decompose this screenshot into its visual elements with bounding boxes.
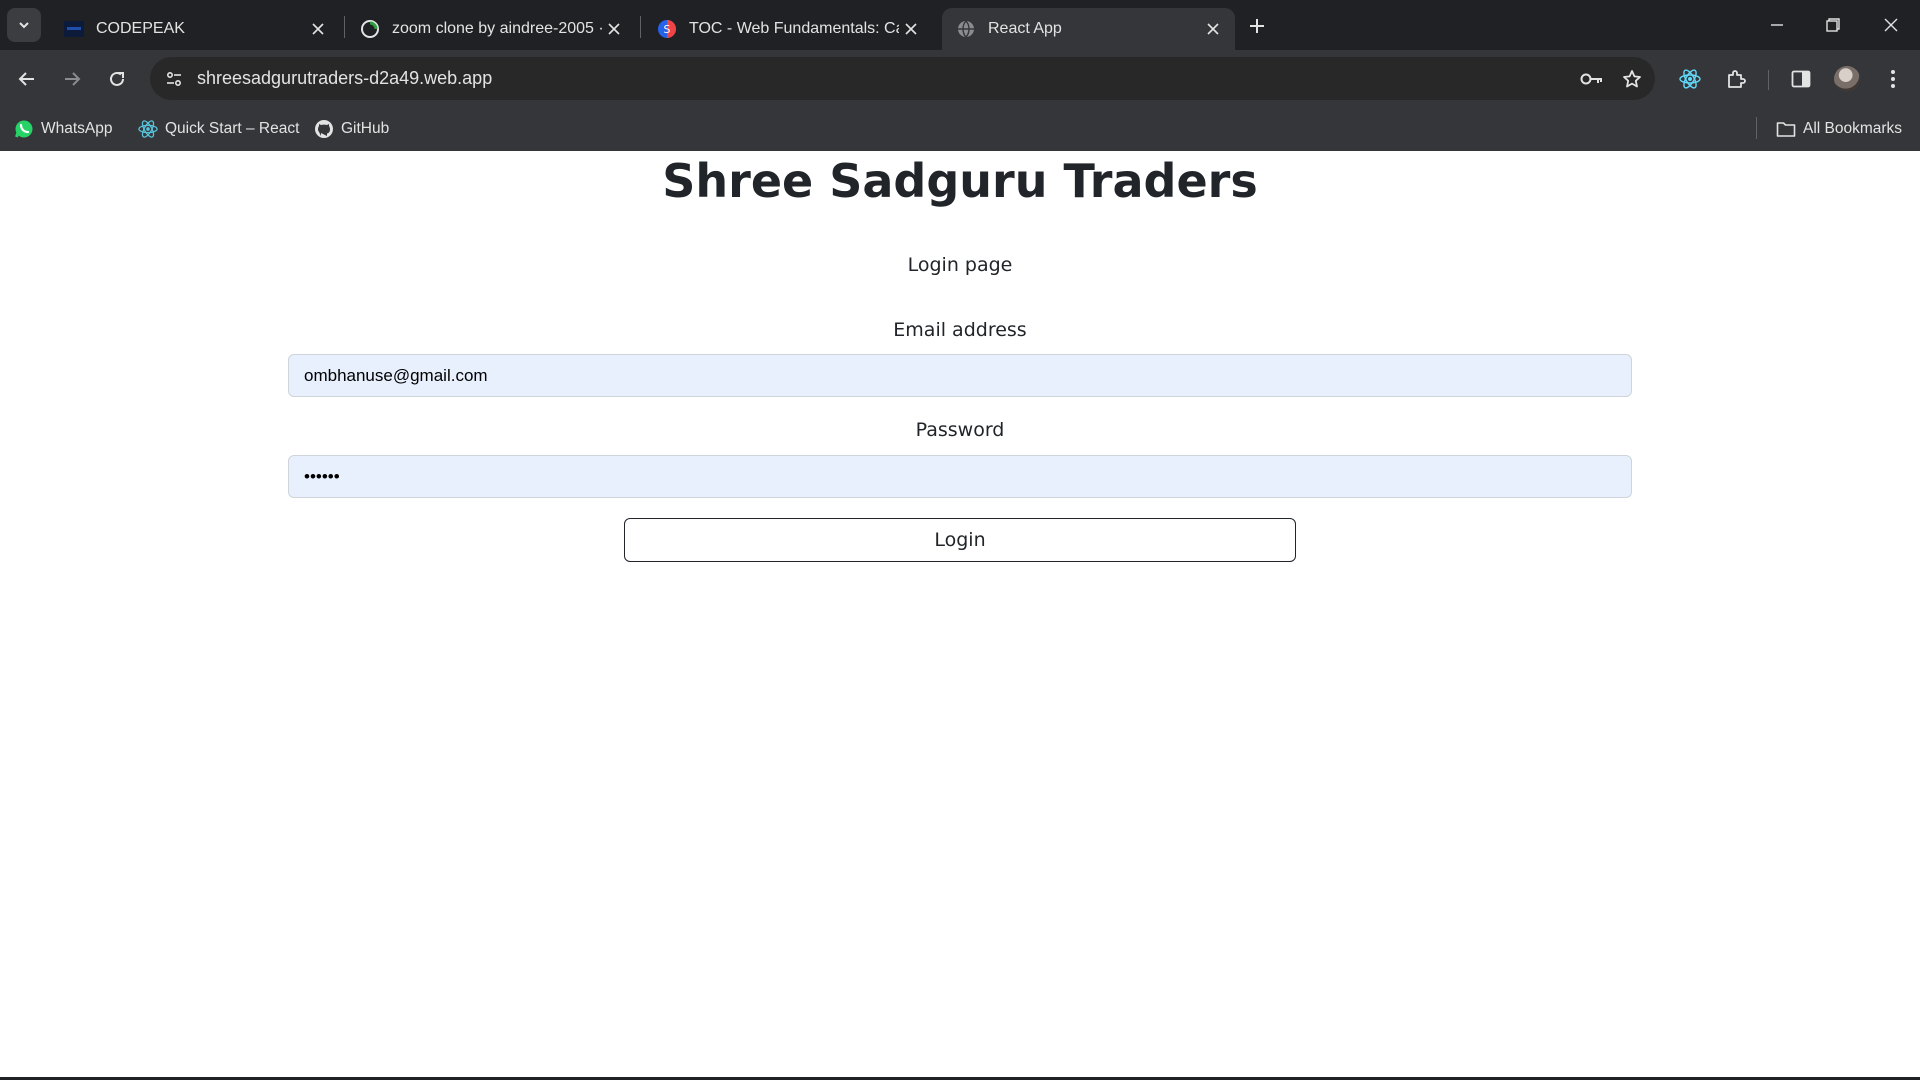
plus-icon <box>1250 19 1264 33</box>
tab-title: React App <box>988 20 1062 37</box>
tab-title: CODEPEAK <box>96 20 185 37</box>
tab-zoom-clone[interactable]: zoom clone by aindree-2005 · P <box>346 8 636 50</box>
password-field[interactable]: •••••• <box>288 455 1632 498</box>
new-tab-button[interactable] <box>1243 12 1271 40</box>
profile-avatar[interactable] <box>1834 66 1860 92</box>
url-text[interactable]: shreesadgurutraders-d2a49.web.app <box>197 68 1575 89</box>
bookmark-quick-start-react[interactable]: Quick Start – React <box>138 118 299 140</box>
close-icon[interactable] <box>1201 17 1225 41</box>
restore-button[interactable] <box>1804 0 1862 50</box>
minimize-icon <box>1771 24 1783 26</box>
browser-toolbar: shreesadgurutraders-d2a49.web.app <box>0 50 1920 108</box>
email-label: Email address <box>893 319 1027 341</box>
forward-button[interactable] <box>55 62 89 96</box>
more-vert-icon <box>1891 70 1895 88</box>
bookmark-github[interactable]: GitHub <box>314 118 389 140</box>
close-icon[interactable] <box>899 17 923 41</box>
close-icon[interactable] <box>602 17 626 41</box>
password-label: Password <box>915 419 1005 441</box>
bookmark-label: WhatsApp <box>41 120 113 137</box>
side-panel-icon <box>1791 70 1811 88</box>
github-icon <box>314 119 334 139</box>
tab-title: zoom clone by aindree-2005 · P <box>392 20 602 37</box>
tab-strip: CODEPEAK zoom clone by aindree-2005 · P … <box>0 0 1920 50</box>
side-panel-button[interactable] <box>1784 62 1818 96</box>
react-devtools-extension-button[interactable] <box>1673 62 1707 96</box>
all-bookmarks-label: All Bookmarks <box>1803 120 1903 137</box>
email-field[interactable]: ombhanuse@gmail.com <box>288 354 1632 397</box>
close-icon <box>1884 18 1898 32</box>
globe-icon <box>956 19 976 39</box>
menu-button[interactable] <box>1876 62 1910 96</box>
tab-codepeak[interactable]: CODEPEAK <box>50 8 340 50</box>
login-button[interactable]: Login <box>624 518 1296 562</box>
whatsapp-icon <box>14 119 34 139</box>
github-favicon-icon <box>360 19 380 39</box>
bookmarks-bar: WhatsApp Quick Start – React GitHub All … <box>0 108 1920 151</box>
page-title: Shree Sadguru Traders <box>662 154 1258 208</box>
extensions-button[interactable] <box>1719 62 1753 96</box>
page-content: Shree Sadguru Traders Login page Email a… <box>0 151 1920 1080</box>
tab-react-app[interactable]: React App <box>942 8 1235 50</box>
tab-title: TOC - Web Fundamentals: Casc <box>689 20 899 37</box>
bookmarks-divider <box>1756 117 1757 139</box>
bookmark-label: Quick Start – React <box>165 120 300 137</box>
address-bar[interactable]: shreesadgurutraders-d2a49.web.app <box>150 57 1655 100</box>
reload-button[interactable] <box>100 62 134 96</box>
close-window-button[interactable] <box>1862 0 1920 50</box>
arrow-right-icon <box>65 72 81 86</box>
tab-toc-web-fundamentals[interactable]: S TOC - Web Fundamentals: Casc <box>643 8 933 50</box>
arrow-left-icon <box>18 72 34 86</box>
puzzle-icon <box>1728 70 1746 88</box>
react-icon <box>138 119 158 139</box>
password-key-icon[interactable] <box>1575 62 1609 96</box>
minimize-button[interactable] <box>1748 0 1806 50</box>
codepeak-favicon-icon <box>64 19 84 39</box>
folder-icon <box>1776 119 1796 139</box>
password-value: •••••• <box>304 466 340 486</box>
react-icon <box>1679 69 1701 89</box>
back-button[interactable] <box>10 62 44 96</box>
chevron-down-icon <box>19 22 29 29</box>
svg-text:S: S <box>664 23 671 36</box>
tab-divider <box>344 16 345 38</box>
bookmark-label: GitHub <box>341 120 390 137</box>
restore-icon <box>1826 18 1840 32</box>
close-icon[interactable] <box>306 17 330 41</box>
toolbar-divider <box>1768 70 1769 90</box>
tab-search-button[interactable] <box>7 8 41 42</box>
email-value: ombhanuse@gmail.com <box>304 365 488 385</box>
page-subtitle: Login page <box>907 254 1013 276</box>
reload-icon <box>110 71 124 86</box>
tab-divider <box>640 16 641 38</box>
bookmark-whatsapp[interactable]: WhatsApp <box>14 118 113 140</box>
star-icon[interactable] <box>1615 62 1649 96</box>
all-bookmarks-button[interactable]: All Bookmarks <box>1776 118 1902 140</box>
scaler-favicon-icon: S <box>657 19 677 39</box>
site-info-icon[interactable] <box>159 64 189 94</box>
